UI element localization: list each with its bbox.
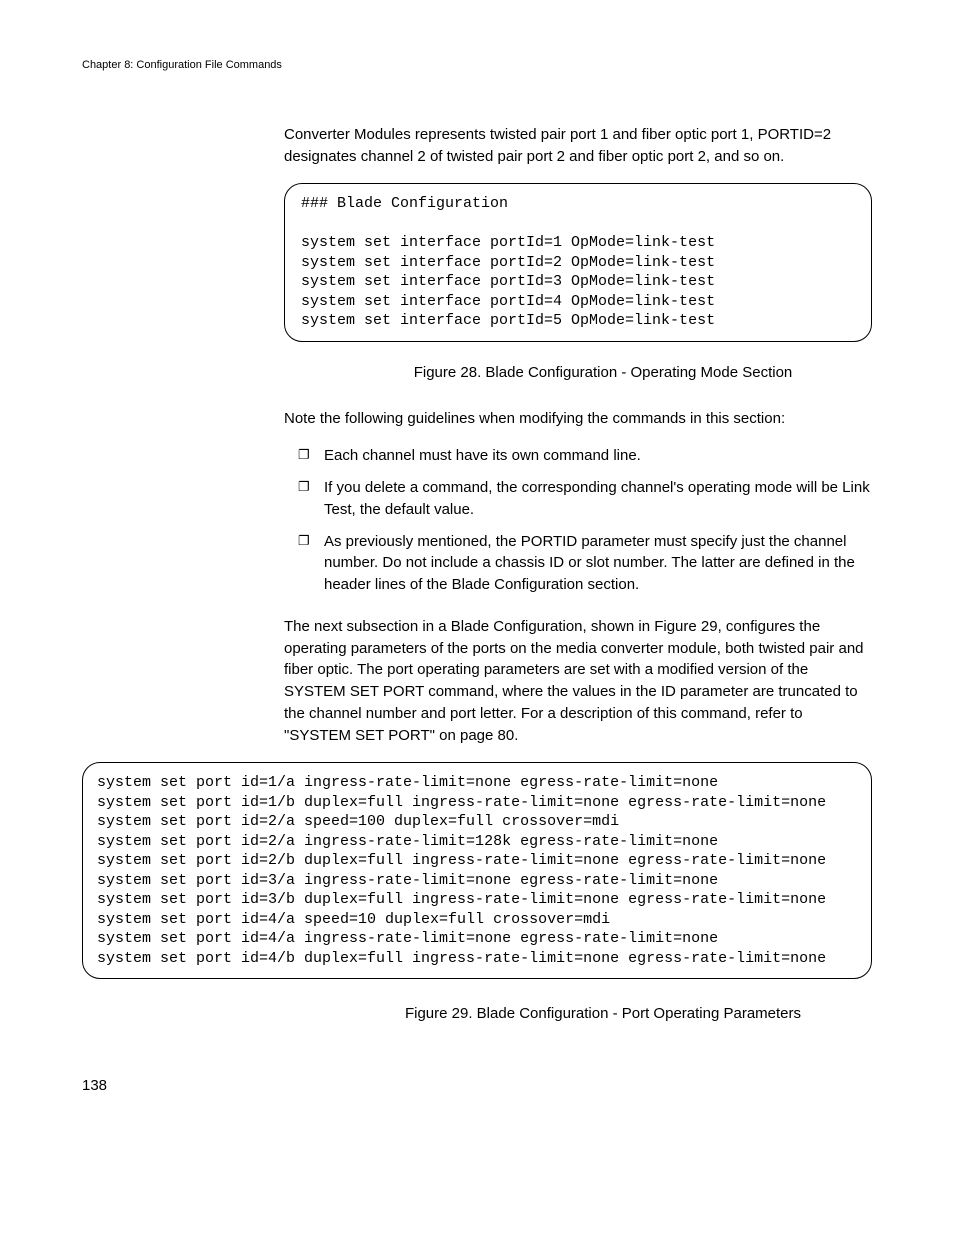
intro-paragraph: Converter Modules represents twisted pai…	[284, 124, 872, 168]
page-number: 138	[82, 1075, 872, 1097]
figure-28-caption: Figure 28. Blade Configuration - Operati…	[334, 362, 872, 384]
bullet-icon: ❐	[298, 478, 310, 497]
list-item-text: Each channel must have its own command l…	[324, 447, 641, 464]
page-header: Chapter 8: Configuration File Commands	[82, 58, 872, 74]
note-intro: Note the following guidelines when modif…	[284, 408, 872, 430]
figure-29-caption: Figure 29. Blade Configuration - Port Op…	[334, 1003, 872, 1025]
bullet-icon: ❐	[298, 446, 310, 465]
list-item-text: As previously mentioned, the PORTID para…	[324, 533, 855, 594]
list-item-text: If you delete a command, the correspondi…	[324, 479, 870, 518]
guidelines-list: ❐ Each channel must have its own command …	[298, 445, 872, 596]
next-subsection-paragraph: The next subsection in a Blade Configura…	[284, 616, 872, 747]
list-item: ❐ As previously mentioned, the PORTID par…	[298, 531, 872, 596]
list-item: ❐ Each channel must have its own command …	[298, 445, 872, 467]
code-block-port-params: system set port id=1/a ingress-rate-limi…	[82, 762, 872, 979]
code-block-blade-config: ### Blade Configuration system set inter…	[284, 183, 872, 342]
list-item: ❐ If you delete a command, the correspond…	[298, 477, 872, 521]
bullet-icon: ❐	[298, 532, 310, 551]
